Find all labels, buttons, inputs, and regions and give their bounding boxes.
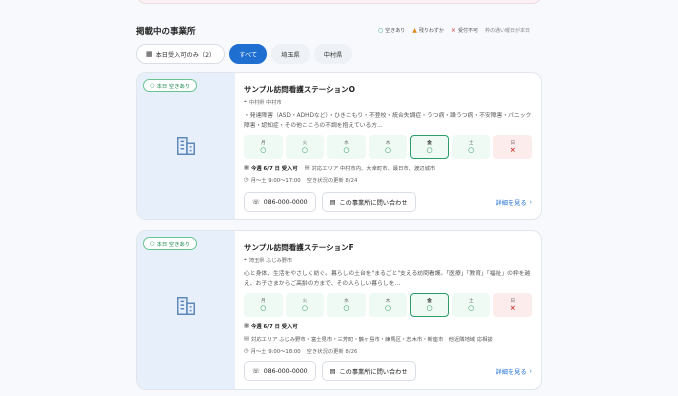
accept-info: ▦ 今週 6/7 日 受入可 — [244, 323, 298, 330]
facility-thumbnail: ○ 本日 空きあり — [137, 231, 235, 389]
phone-icon: ☏ — [252, 198, 260, 206]
section-title: 掲載中の事業所 — [136, 27, 196, 37]
day-fri: 金 ○ — [410, 293, 449, 317]
detail-link[interactable]: 詳細を見る › — [496, 198, 532, 207]
weekly-availability: 月 ○ 火 ○ 水 ○ 木 ○ 金 ○ 土 ○ 日 × — [244, 293, 533, 317]
clock-icon: ◷ — [244, 348, 249, 354]
filter-nakamura[interactable]: 中村県 — [313, 44, 353, 64]
calendar-icon: ▦ — [244, 165, 250, 171]
phone-button[interactable]: ☏ 086-000-0000 — [244, 192, 316, 212]
circle-icon: ○ — [150, 240, 155, 247]
day-mon: 月 ○ — [244, 293, 283, 317]
availability-legend: ○ 空きあり ▲ 残りわずか × 受付不可 枠の通い曜日が本日 — [378, 27, 530, 34]
map-icon: ▤ — [304, 165, 310, 171]
day-wed: 水 ○ — [327, 135, 366, 159]
legend-few: 残りわずか — [418, 28, 444, 34]
status-badge: ○ 本日 空きあり — [143, 237, 198, 250]
facility-name: サンプル訪問看護ステーションO — [244, 85, 355, 94]
detail-link[interactable]: 詳細を見る › — [496, 367, 532, 376]
phone-button[interactable]: ☏ 086-000-0000 — [244, 361, 316, 381]
day-mon: 月 ○ — [244, 135, 283, 159]
facility-location: ⌖ 埼玉県 ふじみ野市 — [244, 257, 293, 264]
accept-info: ▦ 今週 6/7 日 受入可 ▤ 対応エリア 中村市内、大幸町市、最日市、渡辺城市 — [244, 165, 436, 172]
facility-card[interactable]: ○ 本日 空きあり サンプル訪問看護ステーションO ⌖ 中村県 中村市 ・発達障害（… — [136, 72, 542, 220]
facility-description: 心と身体、生活をやさしく紡ぐ。暮らしの土台を"まるごと"支える訪問看護。「医療」… — [244, 271, 531, 287]
message-icon: ▤ — [329, 198, 336, 206]
hours-info: ◷ 月〜土 9:00〜17:00 空き状況の更新 8/24 — [244, 177, 358, 184]
filter-all[interactable]: すべて — [229, 44, 268, 64]
day-thu: 木 ○ — [368, 135, 408, 159]
calendar-icon: ▦ — [244, 323, 250, 329]
contact-button[interactable]: ▤ この事業所に問い合わせ — [321, 192, 416, 212]
filter-today-available[interactable]: ▦ 本日受入可のみ（2） — [136, 44, 226, 64]
day-wed: 水 ○ — [327, 293, 366, 317]
facility-thumbnail: ○ 本日 空きあり — [137, 73, 235, 219]
calendar-icon: ▦ — [146, 50, 153, 58]
chevron-right-icon: › — [529, 367, 532, 375]
day-sat: 土 ○ — [451, 135, 491, 159]
day-tue: 火 ○ — [285, 293, 325, 317]
circle-icon: ○ — [378, 27, 384, 34]
day-sun: 日 × — [493, 135, 533, 159]
triangle-icon: ▲ — [412, 27, 417, 34]
pin-icon: ⌖ — [244, 99, 247, 105]
status-badge: ○ 本日 空きあり — [143, 79, 198, 92]
day-thu: 木 ○ — [368, 293, 408, 317]
pin-icon: ⌖ — [244, 257, 247, 263]
weekly-availability: 月 ○ 火 ○ 水 ○ 木 ○ 金 ○ 土 ○ 日 × — [244, 135, 533, 159]
phone-icon: ☏ — [252, 367, 260, 375]
clock-icon: ◷ — [244, 177, 249, 183]
facility-card[interactable]: ○ 本日 空きあり サンプル訪問看護ステーションF ⌖ 埼玉県 ふじみ野市 心と身体… — [136, 230, 542, 390]
building-icon — [177, 137, 195, 155]
filter-chips: ▦ 本日受入可のみ（2） すべて 埼玉県 中村県 — [136, 44, 353, 64]
day-sat: 土 ○ — [451, 293, 491, 317]
hours-info: ◷ 月〜土 9:00〜18:00 空き状況の更新 8/26 — [244, 348, 358, 355]
message-icon: ▤ — [329, 367, 336, 375]
map-icon: ▤ — [244, 336, 250, 342]
cross-icon: × — [450, 27, 456, 34]
facility-location: ⌖ 中村県 中村市 — [244, 99, 282, 106]
circle-icon: ○ — [150, 82, 155, 89]
filter-saitama[interactable]: 埼玉県 — [271, 44, 310, 64]
legend-available: 空きあり — [385, 28, 406, 34]
day-sun: 日 × — [493, 293, 533, 317]
contact-button[interactable]: ▤ この事業所に問い合わせ — [321, 361, 416, 381]
day-fri: 金 ○ — [410, 135, 449, 159]
facility-description: ・発達障害（ASD・ADHDなど）・ひきこもり・不登校・統合失調症・うつ病・躁う… — [244, 113, 532, 129]
legend-note: 枠の通い曜日が本日 — [484, 28, 530, 34]
top-banner-edge — [136, 0, 542, 4]
area-info: ▤ 対応エリア ふじみ野市・富士見市・三芳町・鶴ヶ島市・練馬区・志木市・新座市 他… — [244, 336, 493, 343]
legend-closed: 受付不可 — [457, 28, 478, 34]
chevron-right-icon: › — [529, 198, 532, 206]
building-icon — [177, 297, 195, 315]
facility-name: サンプル訪問看護ステーションF — [244, 243, 354, 252]
day-tue: 火 ○ — [285, 135, 325, 159]
